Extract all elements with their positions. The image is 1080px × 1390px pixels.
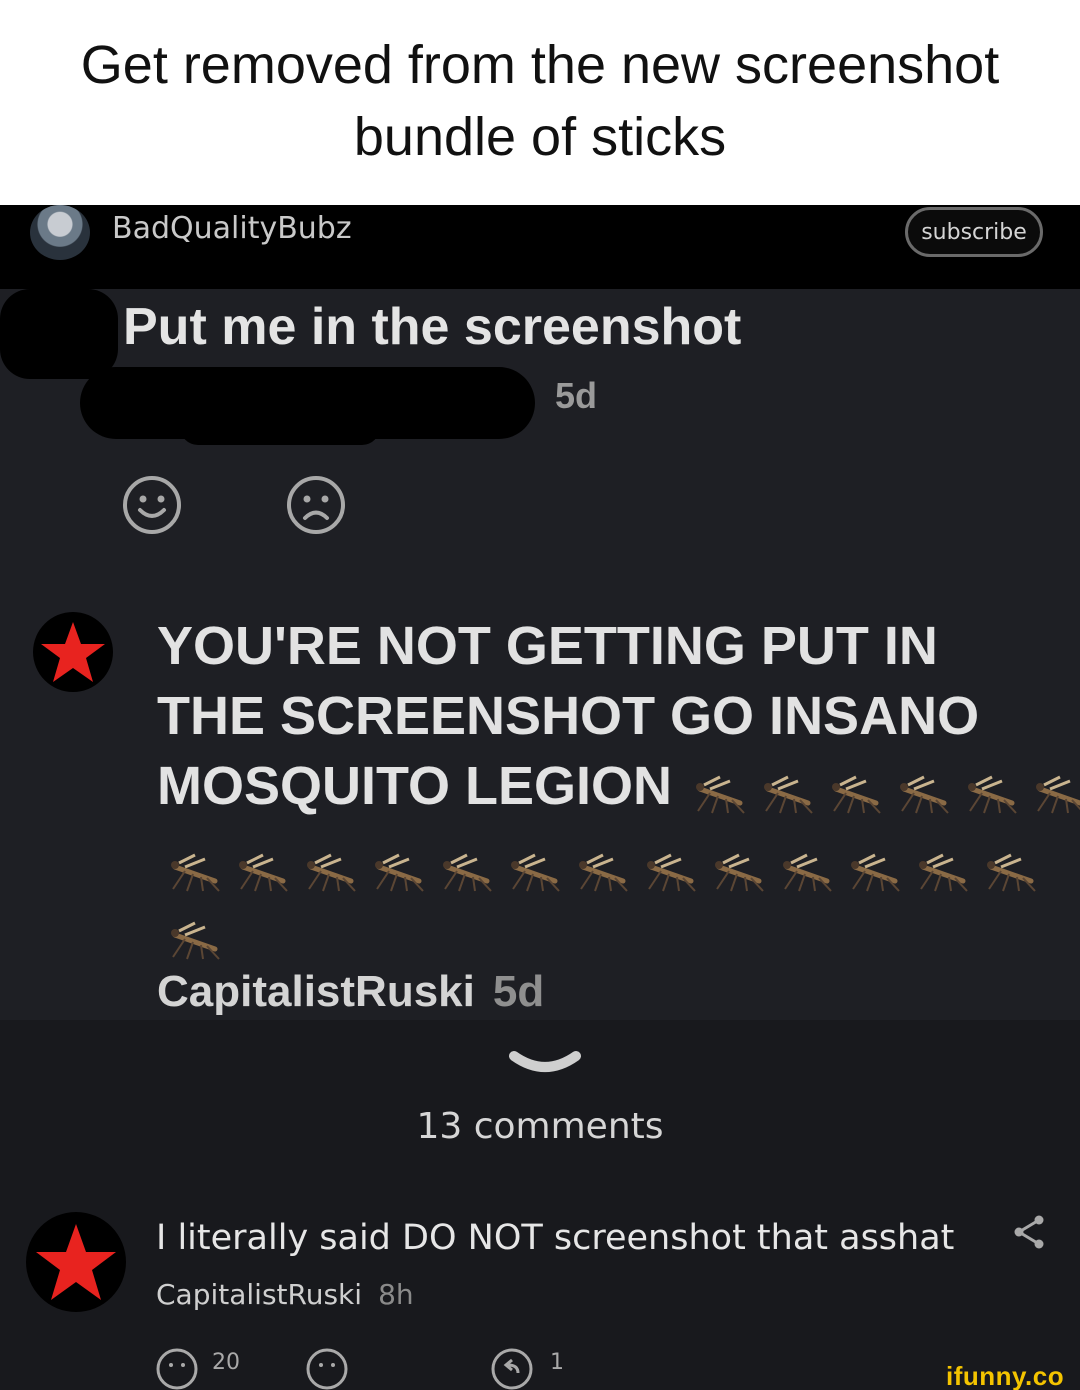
mosquito-icon (715, 853, 764, 892)
post-age: 5d (555, 375, 598, 416)
mosquito-icon (647, 853, 696, 892)
frown-icon[interactable] (286, 475, 346, 535)
reply-icon[interactable] (490, 1347, 534, 1390)
commenter-avatar[interactable] (33, 612, 113, 692)
embedded-screenshot: Put me in the screenshot 5d YOU'RE NOT G… (0, 289, 1080, 1020)
comments-section: 13 comments I literally said DO NOT scre… (0, 1020, 1080, 1390)
mosquito-icon (764, 775, 813, 814)
header-bar: BadQualityBubz subscribe (0, 205, 1080, 289)
user-avatar[interactable] (30, 205, 90, 260)
smile-icon[interactable] (122, 475, 182, 535)
mosquito-icon (443, 853, 492, 892)
comments-count: 13 comments (416, 1106, 664, 1147)
comment-text: I literally said DO NOT screenshot that … (156, 1218, 955, 1258)
chevron-down-icon[interactable] (508, 1048, 582, 1082)
watermark: ifunny.co (946, 1361, 1065, 1390)
mosquito-icon (851, 853, 900, 892)
mosquito-icon (900, 775, 949, 814)
reply-meta: CapitalistRuski 5d (157, 967, 544, 1017)
red-star-icon (41, 622, 105, 682)
mosquito-emoji-row (171, 921, 220, 960)
comment-meta: CapitalistRuski 8h (156, 1278, 414, 1311)
subscribe-button[interactable]: subscribe (905, 207, 1043, 257)
post-title: Put me in the screenshot (123, 298, 742, 356)
mosquito-icon (579, 853, 628, 892)
comment-actions: 20 1 (0, 1342, 1080, 1390)
username[interactable]: BadQualityBubz (112, 211, 352, 246)
mosquito-emoji-row (696, 775, 1080, 814)
reply-age: 5d (492, 967, 545, 1016)
share-icon[interactable] (1012, 1214, 1046, 1250)
mosquito-icon (307, 853, 356, 892)
caption-text: Get removed from the new screenshot bund… (80, 34, 1000, 167)
mosquito-icon (696, 775, 745, 814)
mosquito-icon (987, 853, 1036, 892)
mosquito-icon (832, 775, 881, 814)
redaction-mark (0, 289, 118, 379)
mosquito-icon (919, 853, 968, 892)
mosquito-icon (171, 921, 220, 960)
mosquito-icon (968, 775, 1017, 814)
mosquito-icon (783, 853, 832, 892)
reply-count: 1 (550, 1350, 564, 1375)
smile-react-icon[interactable] (155, 1347, 199, 1390)
mosquito-icon (511, 853, 560, 892)
mosquito-icon (375, 853, 424, 892)
meme-caption: Get removed from the new screenshot bund… (0, 0, 1080, 205)
mosquito-emoji-row (171, 853, 1036, 892)
mosquito-icon (239, 853, 288, 892)
mosquito-icon (171, 853, 220, 892)
comment-author[interactable]: CapitalistRuski (156, 1278, 362, 1311)
frown-react-icon[interactable] (305, 1347, 349, 1390)
reply-author[interactable]: CapitalistRuski (157, 967, 475, 1016)
smile-count: 20 (212, 1350, 240, 1375)
red-star-icon (36, 1224, 116, 1300)
mosquito-icon (1036, 775, 1080, 814)
comment-avatar[interactable] (26, 1212, 126, 1312)
comment-age: 8h (378, 1278, 414, 1311)
redaction-mark (180, 409, 380, 445)
